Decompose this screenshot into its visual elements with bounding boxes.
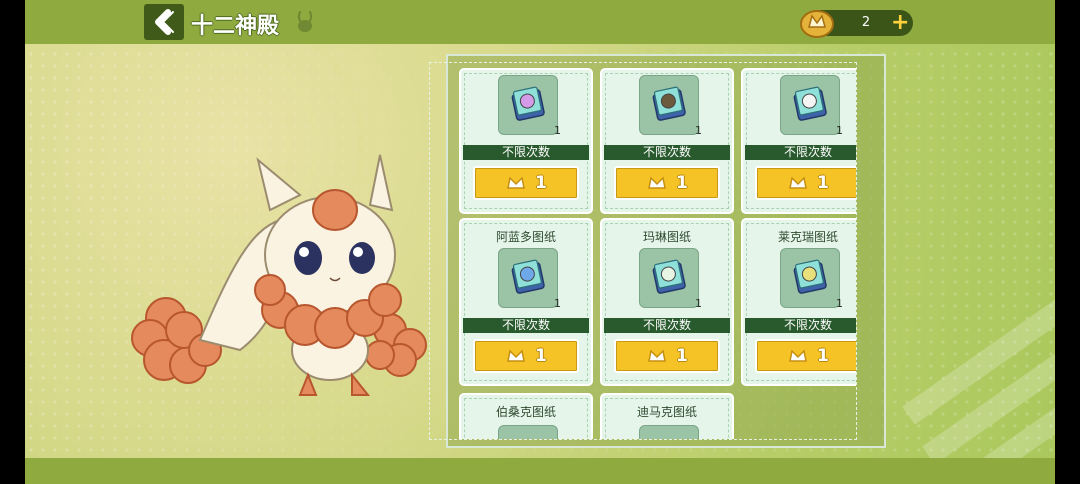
buy-button[interactable]: 1: [473, 166, 579, 200]
emblem-coin-icon: [507, 176, 525, 189]
item-name: 迪马克图纸: [636, 405, 697, 419]
blueprint-item-icon: [639, 425, 699, 439]
blueprint-booklet-icon: [652, 86, 686, 121]
blueprint-booklet-icon: [511, 86, 545, 121]
emblem-coin-icon: [789, 349, 807, 362]
add-currency-button[interactable]: +: [891, 11, 909, 35]
chevron-left-icon: [155, 9, 174, 35]
currency-amount: 2: [861, 15, 871, 30]
emblem-coin-icon: [648, 176, 666, 189]
shop-item-card[interactable]: 迪马克图纸: [600, 393, 734, 439]
buy-button[interactable]: 1: [614, 339, 720, 373]
shop-item-card[interactable]: 伯桑克图纸: [459, 393, 593, 439]
buy-button[interactable]: 1: [755, 339, 856, 373]
item-quantity: 1: [836, 297, 843, 310]
item-name: 伯桑克图纸: [495, 405, 556, 419]
item-quantity: 1: [695, 124, 702, 137]
blueprint-item-icon: 1: [780, 75, 843, 137]
blueprint-booklet-icon: [793, 259, 827, 294]
shop-item-card[interactable]: 1 不限次数 1: [600, 68, 734, 214]
shop-item-card[interactable]: 1 不限次数 1: [741, 68, 856, 214]
blueprint-booklet-icon: [652, 259, 686, 294]
blueprint-item-icon: 1: [780, 248, 843, 310]
buy-button[interactable]: 1: [755, 166, 856, 200]
emblem-coin-icon: [507, 349, 525, 362]
price-label: 1: [817, 346, 829, 366]
shop-item-card[interactable]: 玛琳图纸 1 不限次数 1: [600, 218, 734, 386]
emblem-coin-icon: [800, 10, 834, 38]
purchase-limit-label: 不限次数: [604, 145, 730, 160]
shop-item-card[interactable]: 阿蓝多图纸 1 不限次数 1: [459, 218, 593, 386]
purchase-limit-label: 不限次数: [745, 145, 856, 160]
blueprint-item-icon: 1: [639, 248, 702, 310]
page-title: 十二神殿: [191, 14, 280, 39]
blueprint-item-icon: 1: [639, 75, 702, 137]
purchase-limit-label: 不限次数: [745, 318, 856, 333]
currency-display: 2 +: [800, 10, 913, 38]
buy-button[interactable]: 1: [614, 166, 720, 200]
item-quantity: 1: [836, 124, 843, 137]
price-label: 1: [535, 346, 547, 366]
bottom-bar: [25, 458, 1055, 484]
purchase-limit-label: 不限次数: [463, 145, 589, 160]
shop-scroll-area[interactable]: 1 不限次数 1 1 不限次数 1 1 不限次数 1 阿蓝多图纸 1 不限次数 …: [429, 62, 857, 440]
emblem-coin-icon: [789, 176, 807, 189]
price-label: 1: [817, 173, 829, 193]
blueprint-item-icon: 1: [498, 248, 561, 310]
item-name: 阿蓝多图纸: [495, 230, 556, 244]
buy-button[interactable]: 1: [473, 339, 579, 373]
item-quantity: 1: [695, 297, 702, 310]
blueprint-item-icon: [498, 425, 558, 439]
blueprint-booklet-icon: [511, 259, 545, 294]
price-label: 1: [676, 346, 688, 366]
back-button[interactable]: [144, 4, 184, 40]
price-label: 1: [535, 173, 547, 193]
blueprint-booklet-icon: [793, 86, 827, 121]
item-name: 莱克瑞图纸: [777, 230, 838, 244]
item-quantity: 1: [554, 297, 561, 310]
shop-item-card[interactable]: 1 不限次数 1: [459, 68, 593, 214]
blueprint-item-icon: 1: [498, 75, 561, 137]
fox-creature-illustration: [131, 154, 427, 396]
item-quantity: 1: [554, 124, 561, 137]
purchase-limit-label: 不限次数: [604, 318, 730, 333]
emblem-coin-icon: [648, 349, 666, 362]
price-label: 1: [676, 173, 688, 193]
rabbit-icon: [297, 10, 313, 32]
shop-item-card[interactable]: 莱克瑞图纸 1 不限次数 1: [741, 218, 856, 386]
item-name: 玛琳图纸: [642, 230, 691, 244]
purchase-limit-label: 不限次数: [463, 318, 589, 333]
